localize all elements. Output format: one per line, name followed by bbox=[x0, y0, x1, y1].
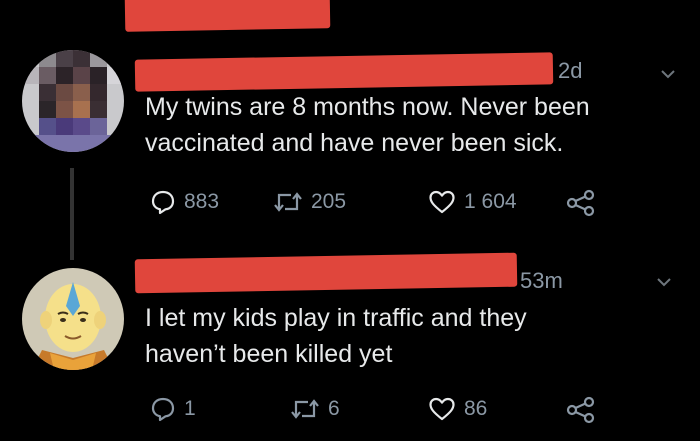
retweet-count: 205 bbox=[311, 190, 347, 213]
like-button[interactable]: 1 604 bbox=[428, 189, 517, 215]
tweet-timestamp: 2d bbox=[558, 58, 583, 83]
tweet-text-line: I let my kids play in traffic and they bbox=[145, 304, 527, 332]
retweet-button[interactable]: 205 bbox=[273, 189, 346, 215]
retweet-button[interactable]: 6 bbox=[290, 396, 340, 422]
redacted-username bbox=[134, 52, 554, 92]
share-button[interactable] bbox=[566, 189, 596, 217]
reply-icon bbox=[151, 397, 175, 422]
tweet-text: My twins are 8 months now. Never been va… bbox=[145, 89, 590, 161]
like-button[interactable]: 86 bbox=[428, 396, 487, 422]
tweet-text-line: vaccinated and have never been sick. bbox=[145, 129, 564, 157]
chevron-down-icon[interactable] bbox=[660, 68, 676, 80]
share-button[interactable] bbox=[566, 396, 596, 424]
redacted-username bbox=[134, 252, 518, 294]
reply-button[interactable]: 1 bbox=[150, 396, 196, 422]
cartoon-monk-avatar-image bbox=[22, 268, 124, 370]
share-icon bbox=[566, 189, 595, 217]
retweet-icon bbox=[291, 399, 319, 419]
avatar[interactable] bbox=[22, 50, 124, 152]
thread-line bbox=[70, 168, 74, 260]
like-icon bbox=[429, 190, 455, 214]
tweet-text: I let my kids play in traffic and they h… bbox=[145, 300, 527, 372]
reply-count: 1 bbox=[184, 397, 196, 420]
avatar[interactable] bbox=[22, 268, 124, 370]
redaction-bar bbox=[124, 0, 331, 32]
tweet-text-line: My twins are 8 months now. Never been bbox=[145, 93, 590, 121]
pixelated-avatar-image bbox=[22, 50, 124, 152]
tweet-timestamp: 53m bbox=[520, 268, 563, 293]
like-count: 1 604 bbox=[464, 190, 517, 213]
like-icon bbox=[429, 397, 455, 421]
reply-icon bbox=[151, 190, 175, 215]
chevron-down-icon[interactable] bbox=[656, 276, 672, 288]
tweet-text-line: haven’t been killed yet bbox=[145, 340, 393, 368]
reply-button[interactable]: 883 bbox=[150, 189, 219, 215]
reply-count: 883 bbox=[184, 190, 220, 213]
like-count: 86 bbox=[464, 397, 488, 420]
share-icon bbox=[566, 396, 595, 424]
retweet-count: 6 bbox=[328, 397, 340, 420]
retweet-icon bbox=[274, 192, 302, 212]
